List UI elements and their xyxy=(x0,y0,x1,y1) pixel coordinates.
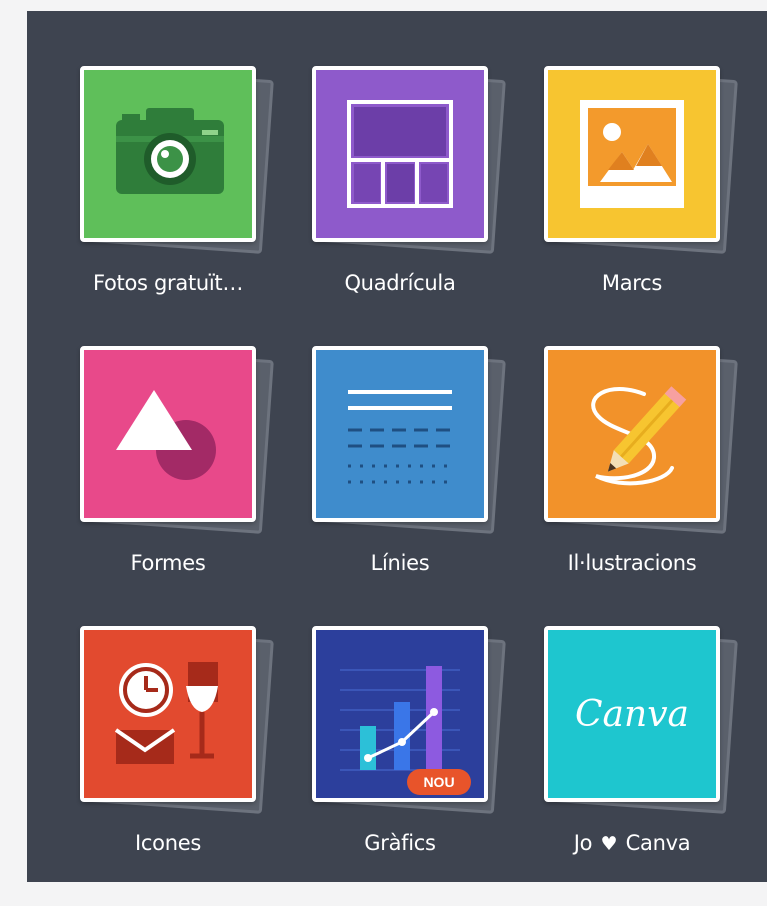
thumbnail[interactable] xyxy=(312,66,488,242)
tile-marcs[interactable]: Marcs xyxy=(544,66,767,346)
tile-label: Marcs xyxy=(601,271,663,295)
canva-logo-icon: Canva xyxy=(548,630,716,798)
new-badge: NOU xyxy=(407,769,471,795)
tile-label: Jo ♥ Canva xyxy=(514,831,750,855)
label-prefix: Jo xyxy=(573,831,593,855)
thumbnail[interactable] xyxy=(544,66,720,242)
tile-icones[interactable]: Icones xyxy=(80,626,312,906)
tile-label: Gràfics xyxy=(364,831,436,855)
canva-logo-text: Canva xyxy=(575,693,689,735)
tile-label: Icones xyxy=(135,831,201,855)
heart-icon: ♥ xyxy=(600,833,618,855)
thumbnail[interactable] xyxy=(80,626,256,802)
tile-label: Il·lustracions xyxy=(567,551,697,575)
camera-icon xyxy=(84,70,252,238)
tile-linies[interactable]: Línies xyxy=(312,346,544,626)
tile-formes[interactable]: Formes xyxy=(80,346,312,626)
tile-label: Fotos gratuït… xyxy=(92,271,244,295)
tile-label: Línies xyxy=(370,551,430,575)
tile-jo-canva[interactable]: Canva Jo ♥ Canva xyxy=(544,626,767,906)
thumbnail[interactable] xyxy=(80,346,256,522)
shapes-icon xyxy=(84,350,252,518)
thumbnail[interactable] xyxy=(544,346,720,522)
tile-label: Quadrícula xyxy=(344,271,456,295)
label-suffix: Canva xyxy=(625,831,691,855)
picture-frame-icon xyxy=(548,70,716,238)
tile-fotos-gratuites[interactable]: Fotos gratuït… xyxy=(80,66,312,346)
elements-panel: Fotos gratuït… Quadrícula Marcs Formes L… xyxy=(27,11,767,882)
grid-layout-icon xyxy=(316,70,484,238)
new-badge-label: NOU xyxy=(423,774,455,790)
tile-quadricula[interactable]: Quadrícula xyxy=(312,66,544,346)
lines-icon xyxy=(316,350,484,518)
tile-label: Formes xyxy=(130,551,206,575)
thumbnail[interactable] xyxy=(312,346,488,522)
tile-grafics[interactable]: NOU Gràfics xyxy=(312,626,544,906)
pencil-drawing-icon xyxy=(548,350,716,518)
tile-illustracions[interactable]: Il·lustracions xyxy=(544,346,767,626)
clock-envelope-glass-icon xyxy=(84,630,252,798)
thumbnail[interactable] xyxy=(80,66,256,242)
thumbnail[interactable]: Canva xyxy=(544,626,720,802)
